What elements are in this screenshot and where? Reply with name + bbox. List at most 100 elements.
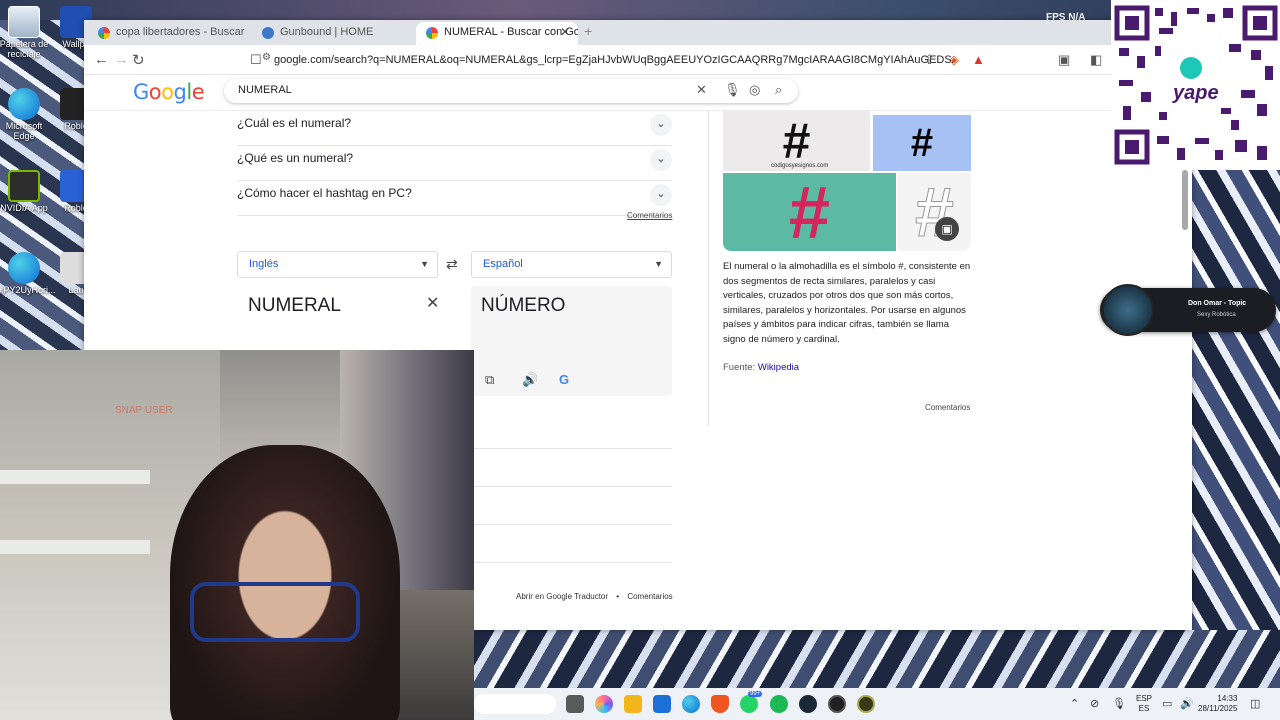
divider (474, 524, 672, 525)
faq-feedback-link[interactable]: Comentarios (627, 211, 672, 220)
chevron-down-icon[interactable]: ⌄ (650, 114, 672, 136)
tab-title: Gunbound | HOME (280, 26, 374, 38)
source-language-label: Inglés (249, 258, 279, 270)
album-art (1102, 284, 1154, 336)
back-icon[interactable]: ← (94, 51, 109, 68)
display-icon[interactable]: ▭ (1162, 697, 1172, 710)
taskbar-search[interactable] (474, 694, 556, 714)
extensions-icon[interactable]: ▣ (1058, 52, 1070, 68)
edge-icon[interactable] (682, 695, 700, 713)
translation-output: NÚMERO ⧉ 🔊 G (471, 286, 672, 396)
copilot-icon[interactable] (595, 695, 613, 713)
hash-image-2[interactable]: # (873, 115, 971, 171)
reload-icon[interactable]: ↻ (132, 51, 145, 69)
webcam-overlay-text: SNAP USER (115, 405, 173, 416)
lang-line1: ESP (1136, 694, 1153, 703)
source-text[interactable]: NUMERAL (248, 295, 341, 317)
microphone-icon[interactable]: 🎙 (1112, 697, 1126, 710)
source-language-select[interactable]: Inglés ▼ (237, 251, 438, 278)
bookmark-icon[interactable]: ☐ (250, 52, 262, 68)
clock[interactable]: 14:33 28/11/2025 (1198, 694, 1237, 714)
url-field[interactable]: google.com/search?q=NUMERAL&oq=NUMERAL&g… (274, 49, 954, 71)
brave-shield-icon[interactable]: ◈ (949, 52, 959, 68)
game-icon[interactable] (857, 695, 875, 713)
wikipedia-link[interactable]: Wikipedia (758, 362, 799, 373)
target-language-select[interactable]: Español ▼ (471, 251, 672, 278)
hash-image-1[interactable]: # (723, 111, 870, 171)
source-label: Fuente: (723, 362, 756, 373)
network-off-icon[interactable]: ⊘ (1090, 697, 1099, 710)
spotify-icon[interactable] (770, 695, 788, 713)
volume-icon[interactable]: 🔊 (1180, 697, 1194, 710)
rewards-icon[interactable]: ▲ (972, 52, 985, 67)
divider (474, 448, 672, 449)
google-favicon-icon (426, 27, 438, 39)
share-icon[interactable]: ⇪ (924, 52, 935, 68)
obs-icon[interactable] (828, 695, 846, 713)
webcam-overlay: SNAP USER (0, 350, 474, 720)
close-tab-icon[interactable]: ✕ (560, 22, 570, 43)
folder-icon[interactable] (624, 695, 642, 713)
chevron-up-icon[interactable]: ⌃ (1070, 697, 1079, 710)
hash-image-4[interactable]: # (898, 173, 971, 251)
tab-numeral[interactable]: NUMERAL - Buscar con Google ✕ (416, 22, 578, 45)
open-translator-link[interactable]: Abrir en Google Traductor (516, 592, 608, 601)
tab-copa-libertadores[interactable]: copa libertadores - Buscar con Goo (88, 22, 248, 45)
scrollbar[interactable] (1182, 170, 1188, 230)
desktop-wallpaper-right (1192, 170, 1280, 688)
search-query[interactable]: NUMERAL (238, 84, 292, 96)
swap-languages-icon[interactable]: ⇄ (446, 256, 458, 273)
tab-bar: copa libertadores - Buscar con Goo Gunbo… (84, 20, 1192, 45)
store-icon[interactable] (653, 695, 671, 713)
tab-title: NUMERAL - Buscar con Google (444, 26, 578, 38)
forward-icon[interactable]: → (114, 51, 129, 68)
brave-icon[interactable] (711, 695, 729, 713)
edge-icon (8, 252, 40, 284)
desktop-icon-recycle-bin[interactable]: Papelera de reciclaje (0, 6, 54, 60)
desktop-icon-nvidia[interactable]: NVIDIA App (0, 170, 54, 214)
qr-code: yape (1111, 0, 1280, 170)
notification-icon[interactable]: ◫ (1250, 697, 1260, 710)
desktop-icon-edge[interactable]: Microsoft Edge (0, 88, 54, 142)
google-search-box[interactable]: NUMERAL ✕ 🎙 ◎ ⌕ (224, 79, 798, 103)
search-icon[interactable]: ⌕ (775, 82, 782, 98)
clear-search-icon[interactable]: ✕ (696, 82, 707, 98)
google-g-icon[interactable]: G (559, 372, 569, 387)
tab-gunbound[interactable]: Gunbound | HOME (252, 22, 412, 45)
dropdown-arrow-icon: ▼ (654, 259, 663, 269)
google-logo[interactable]: Google (133, 80, 205, 104)
now-playing-widget[interactable]: Don Omar - Topic Sexy Robótica (1100, 284, 1276, 336)
desktop-top-strip (0, 0, 1280, 20)
dropdown-arrow-icon: ▼ (420, 259, 429, 269)
lens-icon[interactable]: ◎ (749, 82, 760, 98)
faq-item[interactable]: ¿Cuál es el numeral? ⌄ (237, 111, 672, 146)
image-search-icon[interactable]: ▣ (935, 217, 959, 241)
translator-feedback-link[interactable]: Comentarios (627, 592, 672, 601)
site-info-icon[interactable]: ⚙ (262, 52, 271, 63)
new-tab-icon[interactable]: + (584, 23, 592, 39)
speaker-icon[interactable]: 🔊 (522, 372, 538, 388)
address-bar: ← → ↻ ☐ ⚙ google.com/search?q=NUMERAL&oq… (84, 45, 1192, 75)
file-explorer-icon[interactable] (566, 695, 584, 713)
faq-item[interactable]: ¿Cómo hacer el hashtag en PC? ⌄ (237, 181, 672, 216)
image-grid[interactable]: # codigosyesignos.com # # # ▣ (723, 111, 971, 251)
sidebar-toggle-icon[interactable]: ◧ (1090, 52, 1102, 68)
steam-icon[interactable] (799, 695, 817, 713)
desktop-icon-edge-shortcut[interactable]: nxPY2UyHori... (0, 252, 56, 296)
divider (474, 486, 672, 487)
panel-feedback-link[interactable]: Comentarios (925, 403, 970, 412)
column-divider (708, 111, 709, 426)
chevron-down-icon[interactable]: ⌄ (650, 184, 672, 206)
copy-icon[interactable]: ⧉ (485, 372, 494, 388)
target-language-label: Español (483, 258, 523, 270)
faq-item[interactable]: ¿Qué es un numeral? ⌄ (237, 146, 672, 181)
tab-title: copa libertadores - Buscar con Goo (116, 26, 248, 38)
input-language[interactable]: ESP ES (1136, 694, 1152, 714)
separator: • (616, 592, 620, 601)
chevron-down-icon[interactable]: ⌄ (650, 149, 672, 171)
clear-source-icon[interactable]: ✕ (426, 293, 439, 313)
microphone-icon[interactable]: 🎙 (724, 82, 741, 98)
track-title: Don Omar - Topic (1188, 300, 1247, 307)
hash-image-3[interactable]: # (723, 171, 896, 251)
whatsapp-icon[interactable] (740, 695, 758, 713)
